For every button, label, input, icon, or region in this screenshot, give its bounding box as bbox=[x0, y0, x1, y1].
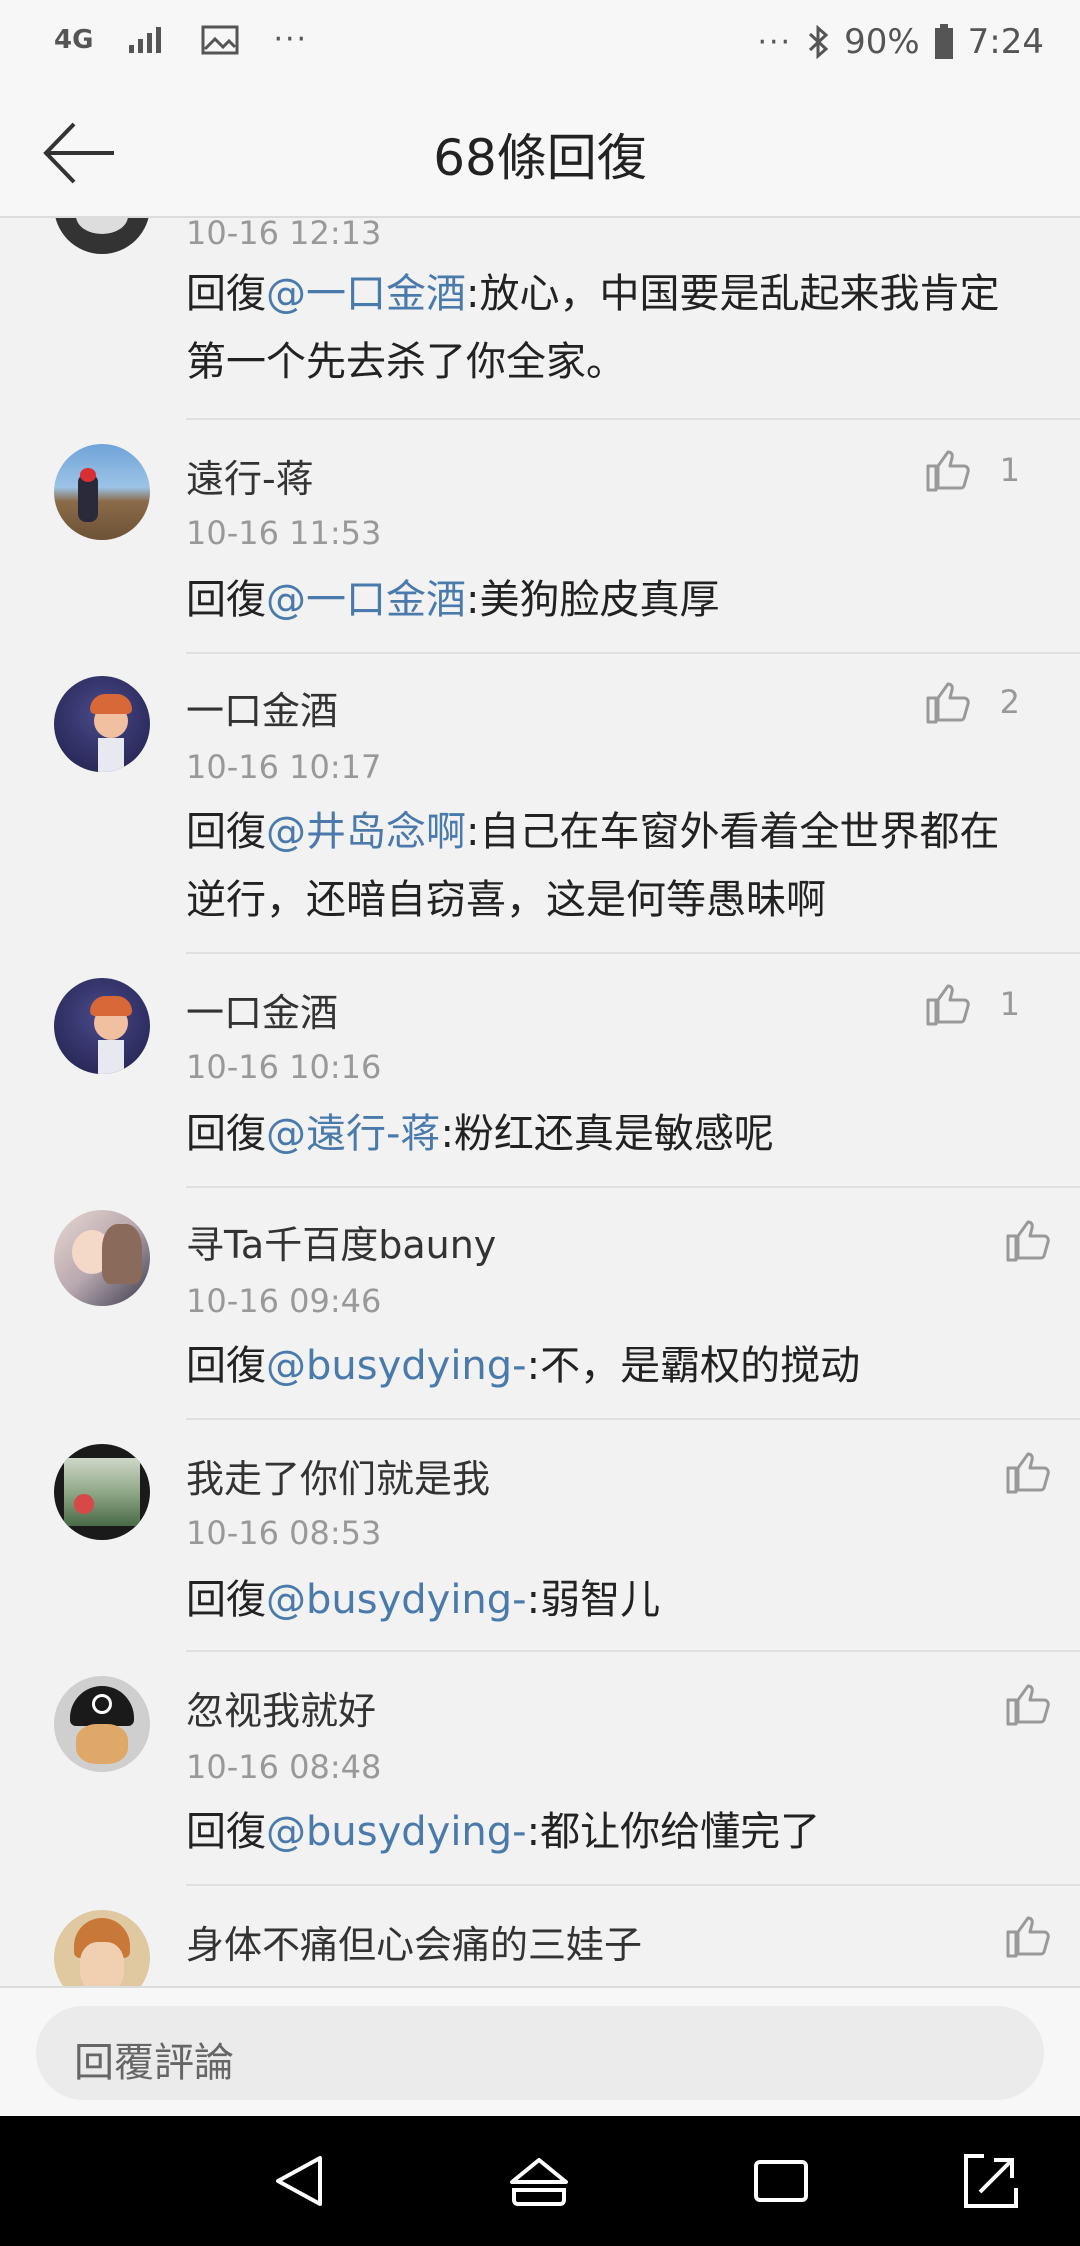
comment-text[interactable]: 回復@遠行-蒋:粉红还真是敏感呢 bbox=[186, 1100, 1016, 1168]
nav-home-button[interactable] bbox=[508, 2150, 570, 2212]
thumbs-up-icon bbox=[1006, 1452, 1050, 1494]
reply-prefix: 回復 bbox=[186, 809, 266, 855]
comment-body: :不，是霸权的搅动 bbox=[526, 1343, 861, 1389]
mention-link[interactable]: @busydying- bbox=[266, 1809, 527, 1855]
nav-back-icon bbox=[276, 2156, 322, 2206]
reply-prefix: 回復 bbox=[186, 1577, 266, 1623]
system-nav-bar bbox=[0, 2116, 1080, 2246]
divider bbox=[186, 418, 1080, 420]
bluetooth-icon bbox=[809, 25, 829, 59]
thumbs-up-icon bbox=[1006, 1220, 1050, 1262]
comment-text[interactable]: 回復@busydying-:不，是霸权的搅动 bbox=[186, 1332, 1016, 1400]
comment-time: 10-16 10:16 bbox=[186, 1048, 382, 1086]
comment-time: 10-16 09:46 bbox=[186, 1282, 382, 1320]
avatar[interactable] bbox=[54, 218, 150, 254]
mention-link[interactable]: @井岛念啊 bbox=[266, 809, 466, 855]
divider bbox=[186, 1884, 1080, 1886]
status-bar: 4G ··· ··· 90% 7:24 bbox=[0, 0, 1080, 90]
reply-prefix: 回復 bbox=[186, 1809, 266, 1855]
nav-back-button[interactable] bbox=[270, 2150, 332, 2212]
nav-recents-icon bbox=[754, 2160, 808, 2202]
reply-input-bar: 回覆評論 bbox=[0, 1986, 1080, 2118]
mention-link[interactable]: @遠行-蒋 bbox=[266, 1111, 440, 1157]
nav-rotate-icon bbox=[964, 2154, 1018, 2208]
like-count: 1 bbox=[999, 985, 1020, 1023]
comment-time: 10-16 08:53 bbox=[186, 1514, 382, 1552]
comment-text[interactable]: 回復@一口金酒:放心，中国要是乱起来我肯定第一个先去杀了你全家。 bbox=[186, 260, 1016, 396]
thumbs-up-icon bbox=[1006, 1684, 1050, 1726]
comment-body: :粉红还真是敏感呢 bbox=[440, 1111, 774, 1157]
clock: 7:24 bbox=[967, 22, 1044, 62]
user-name[interactable]: 忽视我就好 bbox=[186, 1680, 376, 1735]
avatar[interactable] bbox=[54, 676, 150, 772]
status-more-icon: ··· bbox=[273, 22, 309, 57]
like-button[interactable]: 1 bbox=[924, 446, 1020, 494]
comment-time: 10-16 10:17 bbox=[186, 748, 382, 786]
header-bar: 68條回復 bbox=[0, 90, 1080, 218]
comment-body: :都让你给懂完了 bbox=[526, 1809, 821, 1855]
comment-text[interactable]: 回復@busydying-:都让你给懂完了 bbox=[186, 1798, 1016, 1866]
nav-recents-button[interactable] bbox=[750, 2150, 812, 2212]
status-more-icon-right: ··· bbox=[757, 24, 793, 60]
gallery-icon bbox=[201, 25, 239, 54]
like-button[interactable] bbox=[1004, 1912, 1052, 1960]
mention-link[interactable]: @busydying- bbox=[266, 1577, 527, 1623]
divider bbox=[186, 952, 1080, 954]
nav-home-icon bbox=[510, 2158, 568, 2206]
reply-prefix: 回復 bbox=[186, 1343, 266, 1389]
avatar[interactable] bbox=[54, 978, 150, 1074]
avatar[interactable] bbox=[54, 1910, 150, 1986]
reply-prefix: 回復 bbox=[186, 271, 266, 317]
reply-list[interactable]: 10-16 12:13 回復@一口金酒:放心，中国要是乱起来我肯定第一个先去杀了… bbox=[0, 218, 1080, 1986]
divider bbox=[186, 1186, 1080, 1188]
mention-link[interactable]: @busydying- bbox=[266, 1343, 527, 1389]
thumbs-up-icon bbox=[1006, 1916, 1050, 1958]
signal-icon bbox=[129, 26, 162, 53]
avatar[interactable] bbox=[54, 444, 150, 540]
comment-body: :弱智儿 bbox=[526, 1577, 661, 1623]
user-name[interactable]: 身体不痛但心会痛的三娃子 bbox=[186, 1914, 642, 1969]
reply-input-placeholder: 回覆評論 bbox=[74, 2040, 234, 2086]
network-type: 4G bbox=[54, 24, 94, 55]
comment-text[interactable]: 回復@井岛念啊:自己在车窗外看着全世界都在逆行，还暗自窃喜，这是何等愚昧啊 bbox=[186, 798, 1016, 934]
avatar[interactable] bbox=[54, 1210, 150, 1306]
comment-time: 10-16 08:48 bbox=[186, 1748, 382, 1786]
mention-link[interactable]: @一口金酒 bbox=[266, 577, 466, 623]
user-name[interactable]: 遠行-蒋 bbox=[186, 448, 314, 503]
like-button[interactable] bbox=[1004, 1216, 1052, 1264]
divider bbox=[186, 652, 1080, 654]
battery-percent: 90% bbox=[844, 22, 920, 62]
like-button[interactable] bbox=[1004, 1680, 1052, 1728]
reply-input[interactable]: 回覆評論 bbox=[36, 2006, 1044, 2100]
like-button[interactable] bbox=[1004, 1448, 1052, 1496]
user-name[interactable]: 一口金酒 bbox=[186, 982, 338, 1037]
reply-prefix: 回復 bbox=[186, 577, 266, 623]
avatar[interactable] bbox=[54, 1676, 150, 1772]
comment-time: 10-16 11:53 bbox=[186, 514, 382, 552]
thumbs-up-icon bbox=[926, 984, 970, 1026]
like-button[interactable]: 2 bbox=[924, 678, 1020, 726]
nav-rotate-button[interactable] bbox=[960, 2150, 1022, 2212]
comment-text[interactable]: 回復@一口金酒:美狗脸皮真厚 bbox=[186, 566, 1016, 634]
like-button[interactable]: 1 bbox=[924, 980, 1020, 1028]
user-name[interactable]: 寻Ta千百度bauny bbox=[186, 1214, 496, 1269]
avatar[interactable] bbox=[54, 1444, 150, 1540]
user-name[interactable]: 我走了你们就是我 bbox=[186, 1448, 490, 1503]
comment-text[interactable]: 回復@busydying-:弱智儿 bbox=[186, 1566, 1016, 1634]
divider bbox=[186, 1418, 1080, 1420]
thumbs-up-icon bbox=[926, 450, 970, 492]
like-count: 1 bbox=[999, 451, 1020, 489]
mention-link[interactable]: @一口金酒 bbox=[266, 271, 466, 317]
thumbs-up-icon bbox=[926, 682, 970, 724]
comment-body: :美狗脸皮真厚 bbox=[466, 577, 720, 623]
divider bbox=[186, 1650, 1080, 1652]
like-count: 2 bbox=[999, 683, 1020, 721]
comment-time: 10-16 12:13 bbox=[186, 218, 382, 252]
reply-prefix: 回復 bbox=[186, 1111, 266, 1157]
page-title: 68條回復 bbox=[433, 129, 647, 187]
user-name[interactable]: 一口金酒 bbox=[186, 680, 338, 735]
battery-icon bbox=[934, 24, 953, 59]
